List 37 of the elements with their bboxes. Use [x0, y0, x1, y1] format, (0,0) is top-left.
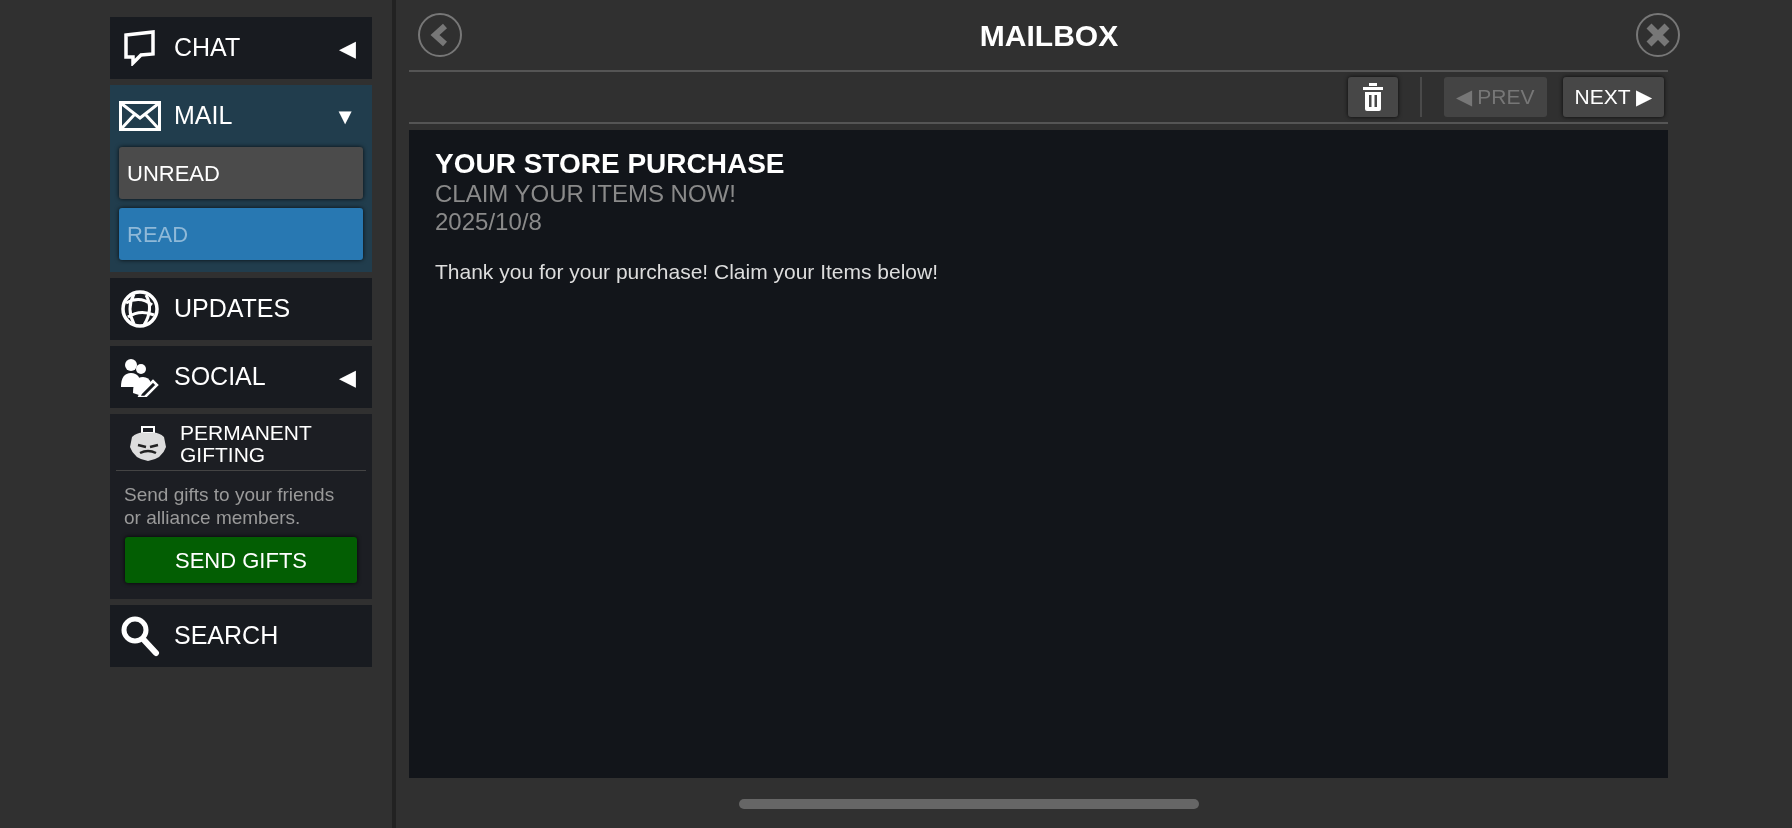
nav-label: MAIL	[174, 100, 234, 132]
scrollbar[interactable]	[738, 799, 1199, 809]
speech-bubble-icon	[123, 30, 157, 66]
caret-icon: ◀	[339, 360, 364, 394]
envelope-icon	[119, 101, 161, 131]
card-description: Send gifts to your friends or alliance members.	[123, 483, 336, 529]
message-subtitle: CLAIM YOUR ITEMS NOW!	[435, 180, 737, 208]
nav-item[interactable]: CHAT ◀	[110, 17, 372, 79]
people-icon	[119, 357, 161, 397]
search-icon	[120, 615, 160, 657]
card-title: GIFTING	[180, 444, 267, 466]
nav-label: SOCIAL	[174, 361, 267, 393]
nav-label: SEARCH	[174, 620, 280, 652]
message-date: 2025/10/8	[435, 208, 543, 236]
nav-item[interactable]: SOCIAL ◀	[110, 346, 372, 408]
send-gifts-button[interactable]: SEND GIFTS	[125, 537, 357, 583]
trash-icon	[1362, 83, 1383, 111]
message-body: Thank you for your purchase! Claim your Items below!	[435, 259, 940, 285]
nav-item[interactable]: MAIL ▼	[110, 85, 372, 147]
chevron-left-icon	[430, 23, 450, 47]
card-title: PERMANENT	[180, 422, 312, 444]
nav-item[interactable]: UPDATES	[110, 278, 372, 340]
delete-button[interactable]	[1347, 77, 1398, 117]
filter-tab[interactable]: UNREAD	[119, 147, 363, 199]
window-title: MAILBOX	[979, 17, 1119, 54]
caret-icon: ▼	[334, 99, 364, 133]
nav-label: UPDATES	[174, 293, 292, 325]
close-button[interactable]	[1636, 13, 1680, 57]
nav-label: CHAT	[174, 32, 242, 64]
globe-icon	[120, 289, 160, 329]
next-button[interactable]: NEXT ▶	[1562, 77, 1664, 117]
message-title: YOUR STORE PURCHASE	[435, 148, 786, 180]
caret-icon: ◀	[339, 31, 364, 65]
back-button[interactable]	[418, 13, 462, 57]
close-icon	[1645, 22, 1671, 48]
nav-item[interactable]: SEARCH	[110, 605, 372, 667]
bulldog-icon	[128, 425, 168, 463]
